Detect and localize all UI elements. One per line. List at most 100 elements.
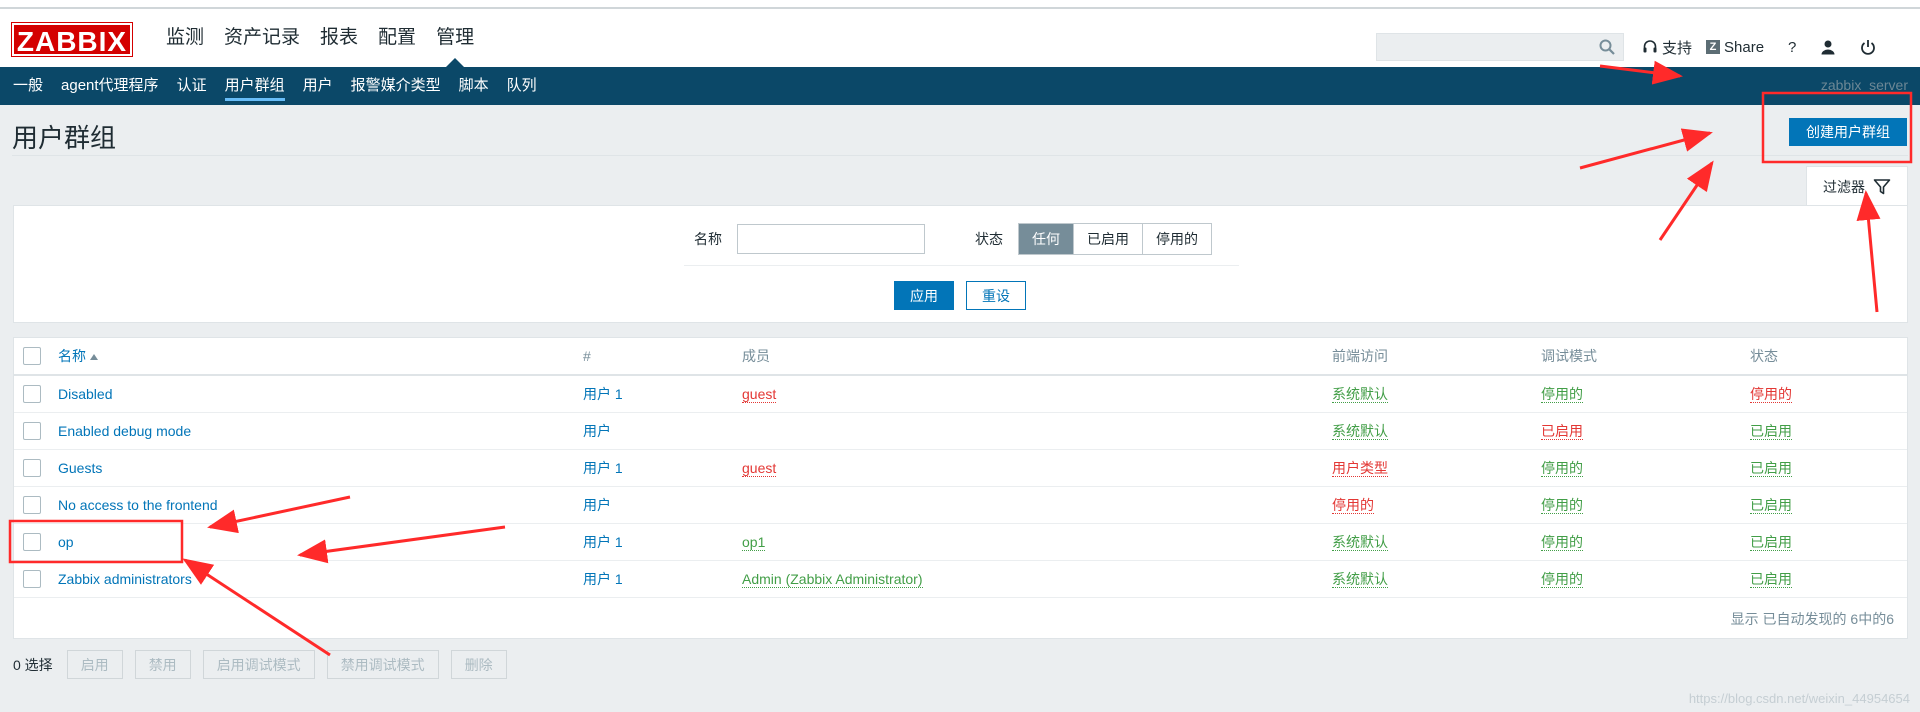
group-name-link[interactable]: Disabled bbox=[58, 386, 112, 402]
frontend-access-toggle[interactable]: 用户类型 bbox=[1332, 459, 1388, 477]
create-user-group-button[interactable]: 创建用户群组 bbox=[1789, 118, 1907, 146]
status-toggle[interactable]: 已启用 bbox=[1750, 422, 1792, 440]
subnav-general[interactable]: 一般 bbox=[4, 67, 52, 105]
help-link[interactable]: ? bbox=[1788, 39, 1796, 56]
table-row: op 用户 1 op1 系统默认 停用的 已启用 bbox=[14, 523, 1907, 561]
row-checkbox[interactable] bbox=[23, 495, 41, 514]
status-option-any[interactable]: 任何 bbox=[1019, 224, 1073, 254]
member-link[interactable]: Admin (Zabbix Administrator) bbox=[742, 570, 923, 588]
sign-out-link[interactable] bbox=[1860, 39, 1876, 55]
column-header-name[interactable]: 名称 bbox=[58, 348, 86, 364]
subnav-queue[interactable]: 队列 bbox=[498, 67, 546, 105]
table-header-row: 名称 # 成员 前端访问 调试模式 状态 bbox=[14, 338, 1907, 376]
enable-button[interactable]: 启用 bbox=[66, 650, 123, 679]
group-name-link[interactable]: Guests bbox=[58, 460, 102, 476]
group-name-link[interactable]: Enabled debug mode bbox=[58, 423, 191, 439]
group-name-link[interactable]: Zabbix administrators bbox=[58, 571, 192, 587]
column-header-debug-mode: 调试模式 bbox=[1541, 348, 1597, 364]
column-header-status: 状态 bbox=[1750, 348, 1778, 364]
frontend-access-toggle[interactable]: 系统默认 bbox=[1332, 385, 1388, 403]
status-radio-group: 任何 已启用 停用的 bbox=[1018, 223, 1212, 255]
filter-icon bbox=[1873, 178, 1891, 194]
search-icon[interactable] bbox=[1599, 39, 1615, 55]
arrow-to-create-1 bbox=[1579, 128, 1713, 170]
status-toggle[interactable]: 已启用 bbox=[1750, 459, 1792, 477]
search-input[interactable] bbox=[1376, 33, 1624, 61]
user-groups-table: 名称 # 成员 前端访问 调试模式 状态 Disabled 用户 1 guest… bbox=[13, 337, 1908, 639]
column-header-frontend-access: 前端访问 bbox=[1332, 348, 1388, 364]
users-link[interactable]: 用户 bbox=[583, 460, 611, 476]
member-link[interactable]: op1 bbox=[742, 533, 766, 551]
status-toggle[interactable]: 已启用 bbox=[1750, 570, 1792, 588]
sub-nav: 一般 agent代理程序 认证 用户群组 用户 报警媒介类型 脚本 队列 zab… bbox=[0, 67, 1920, 105]
debug-mode-toggle[interactable]: 停用的 bbox=[1541, 459, 1583, 477]
row-checkbox[interactable] bbox=[23, 384, 41, 403]
row-checkbox[interactable] bbox=[23, 569, 41, 588]
enable-debug-button[interactable]: 启用调试模式 bbox=[202, 650, 315, 679]
nav-reports[interactable]: 报表 bbox=[310, 9, 368, 67]
table-row: Enabled debug mode 用户 系统默认 已启用 已启用 bbox=[14, 412, 1907, 450]
nav-configuration[interactable]: 配置 bbox=[368, 9, 426, 67]
debug-mode-toggle[interactable]: 停用的 bbox=[1541, 533, 1583, 551]
users-link[interactable]: 用户 bbox=[583, 571, 611, 587]
frontend-access-toggle[interactable]: 系统默认 bbox=[1332, 533, 1388, 551]
row-checkbox[interactable] bbox=[23, 532, 41, 551]
debug-mode-toggle[interactable]: 已启用 bbox=[1541, 422, 1583, 440]
group-name-link[interactable]: No access to the frontend bbox=[58, 497, 218, 513]
table-row: No access to the frontend 用户 停用的 停用的 已启用 bbox=[14, 486, 1907, 524]
subnav-media-types[interactable]: 报警媒介类型 bbox=[342, 67, 450, 105]
title-divider bbox=[12, 155, 1908, 156]
subnav-users[interactable]: 用户 bbox=[294, 67, 342, 105]
status-toggle[interactable]: 停用的 bbox=[1750, 385, 1792, 403]
subnav-scripts[interactable]: 脚本 bbox=[450, 67, 498, 105]
share-link[interactable]: Z Share bbox=[1706, 39, 1764, 56]
subnav-proxies[interactable]: agent代理程序 bbox=[52, 67, 168, 105]
support-label: 支持 bbox=[1662, 39, 1693, 57]
header-tools: 支持 Z Share ? bbox=[1642, 33, 1876, 61]
disable-debug-button[interactable]: 禁用调试模式 bbox=[326, 650, 439, 679]
row-checkbox[interactable] bbox=[23, 421, 41, 440]
subnav-authentication[interactable]: 认证 bbox=[168, 67, 216, 105]
table-row: Disabled 用户 1 guest 系统默认 停用的 停用的 bbox=[14, 375, 1907, 413]
debug-mode-toggle[interactable]: 停用的 bbox=[1541, 496, 1583, 514]
status-option-enabled[interactable]: 已启用 bbox=[1073, 224, 1142, 254]
frontend-access-toggle[interactable]: 停用的 bbox=[1332, 496, 1374, 514]
nav-monitoring[interactable]: 监测 bbox=[156, 9, 214, 67]
filter-name-input[interactable] bbox=[737, 224, 925, 254]
member-link[interactable]: guest bbox=[742, 459, 777, 477]
user-count: 1 bbox=[614, 533, 623, 550]
frontend-access-toggle[interactable]: 系统默认 bbox=[1332, 422, 1388, 440]
debug-mode-toggle[interactable]: 停用的 bbox=[1541, 385, 1583, 403]
nav-inventory[interactable]: 资产记录 bbox=[214, 9, 310, 67]
zabbix-logo[interactable]: ZABBIX bbox=[11, 22, 133, 57]
status-toggle[interactable]: 已启用 bbox=[1750, 533, 1792, 551]
filter-tab[interactable]: 过滤器 bbox=[1806, 166, 1908, 206]
users-link[interactable]: 用户 bbox=[583, 423, 611, 439]
member-link[interactable]: guest bbox=[742, 385, 777, 403]
delete-button[interactable]: 删除 bbox=[450, 650, 507, 679]
reset-button[interactable]: 重设 bbox=[966, 281, 1026, 310]
status-option-disabled[interactable]: 停用的 bbox=[1142, 224, 1211, 254]
frontend-access-toggle[interactable]: 系统默认 bbox=[1332, 570, 1388, 588]
row-checkbox[interactable] bbox=[23, 458, 41, 477]
share-icon: Z bbox=[1706, 40, 1721, 54]
sort-ascending-icon bbox=[90, 354, 98, 361]
status-toggle[interactable]: 已启用 bbox=[1750, 496, 1792, 514]
nav-administration[interactable]: 管理 bbox=[426, 9, 484, 67]
subnav-user-groups[interactable]: 用户群组 bbox=[216, 67, 294, 105]
top-border bbox=[0, 0, 1920, 9]
disable-button[interactable]: 禁用 bbox=[134, 650, 191, 679]
users-link[interactable]: 用户 bbox=[583, 534, 611, 550]
apply-button[interactable]: 应用 bbox=[894, 281, 954, 310]
user-profile-link[interactable] bbox=[1820, 39, 1836, 55]
support-link[interactable]: 支持 bbox=[1642, 37, 1692, 58]
group-name-link[interactable]: op bbox=[58, 534, 74, 550]
table-row: Guests 用户 1 guest 用户类型 停用的 已启用 bbox=[14, 449, 1907, 487]
user-count: 1 bbox=[614, 459, 623, 476]
table-paging-info: 显示 已自动发现的 6中的6 bbox=[1730, 611, 1894, 627]
select-all-checkbox[interactable] bbox=[23, 347, 41, 366]
users-link[interactable]: 用户 bbox=[583, 497, 611, 513]
users-link[interactable]: 用户 bbox=[583, 386, 611, 402]
debug-mode-toggle[interactable]: 停用的 bbox=[1541, 570, 1583, 588]
share-label: Share bbox=[1724, 38, 1765, 56]
